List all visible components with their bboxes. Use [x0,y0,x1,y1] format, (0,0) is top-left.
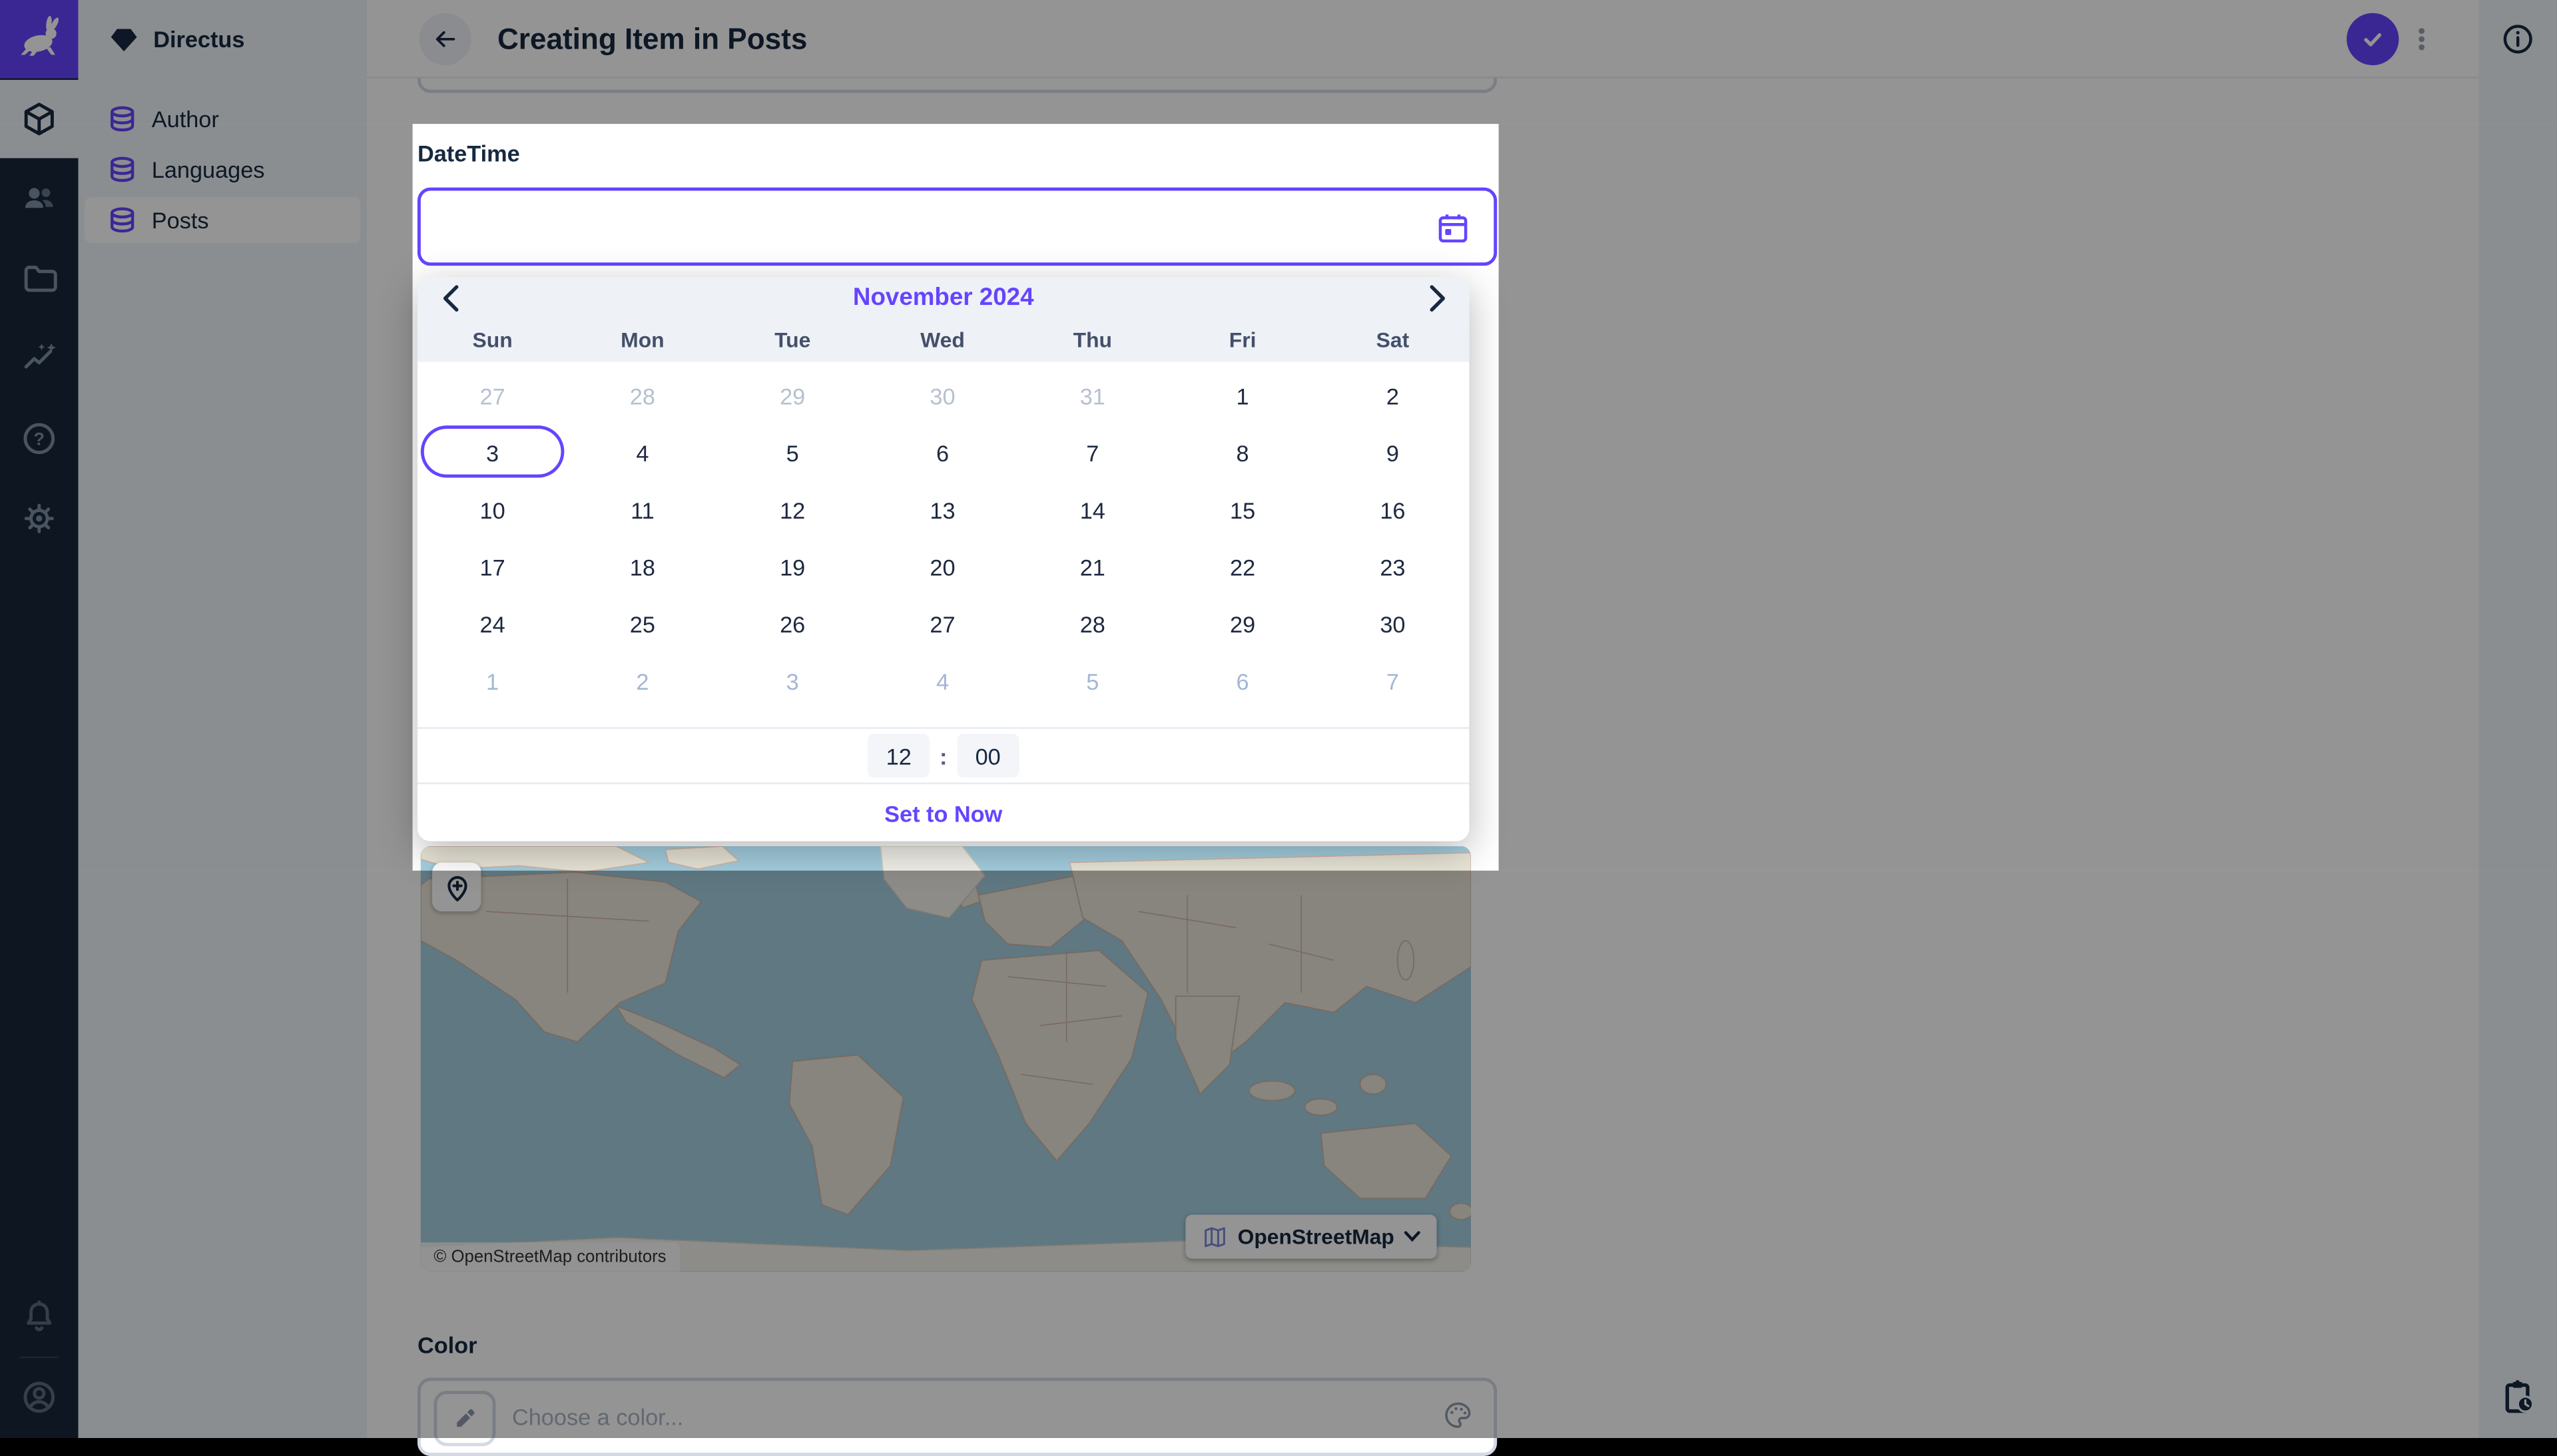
modal-overlay[interactable] [0,0,2557,124]
calendar-day[interactable]: 6 [868,424,1017,481]
calendar-day[interactable]: 30 [868,367,1017,424]
next-month-button[interactable] [1417,282,1456,315]
calendar-day[interactable]: 10 [418,481,567,538]
calendar-day-selected[interactable]: 3 [418,424,567,481]
calendar-day[interactable]: 1 [1167,367,1317,424]
calendar-day[interactable]: 2 [1318,367,1468,424]
weekday-label: Mon [567,326,717,356]
calendar-day[interactable]: 5 [718,424,868,481]
calendar-day[interactable]: 29 [718,367,868,424]
calendar-day[interactable]: 12 [718,481,868,538]
calendar-day[interactable]: 17 [418,538,567,595]
calendar-day[interactable]: 27 [868,595,1017,652]
calendar-day[interactable]: 16 [1318,481,1468,538]
calendar-day[interactable]: 14 [1017,481,1167,538]
calendar-day[interactable]: 6 [1167,652,1317,710]
weekday-row: SunMonTueWedThuFriSat [418,326,1468,356]
calendar-day[interactable]: 2 [567,652,717,710]
calendar-day-grid: 2728293031123456789101112131415161718192… [418,367,1468,709]
calendar-day[interactable]: 29 [1167,595,1317,652]
weekday-label: Sun [418,326,567,356]
calendar-day[interactable]: 4 [868,652,1017,710]
time-row: 12 : 00 [418,727,1470,782]
weekday-label: Tue [718,326,868,356]
set-to-now-row: Set to Now [418,783,1470,842]
calendar-day[interactable]: 7 [1318,652,1468,710]
modal-overlay[interactable] [0,870,2557,1438]
calendar-day[interactable]: 9 [1318,424,1468,481]
modal-overlay[interactable] [1498,124,2557,869]
calendar-day[interactable]: 3 [718,652,868,710]
calendar-day[interactable]: 8 [1167,424,1317,481]
calendar-day[interactable]: 13 [868,481,1017,538]
modal-overlay[interactable] [0,124,413,869]
calendar-day[interactable]: 25 [567,595,717,652]
calendar-day[interactable]: 18 [567,538,717,595]
minute-input[interactable]: 00 [957,734,1019,778]
calendar-header: November 2024 SunMonTueWedThuFriSat [418,277,1470,362]
weekday-label: Wed [868,326,1017,356]
calendar-day[interactable]: 28 [1017,595,1167,652]
calendar-day[interactable]: 5 [1017,652,1167,710]
calendar-day[interactable]: 28 [567,367,717,424]
calendar-day[interactable]: 7 [1017,424,1167,481]
calendar-day[interactable]: 21 [1017,538,1167,595]
calendar-day[interactable]: 30 [1318,595,1468,652]
weekday-label: Sat [1318,326,1468,356]
calendar-day[interactable]: 11 [567,481,717,538]
hour-input[interactable]: 12 [868,734,930,778]
calendar-day[interactable]: 23 [1318,538,1468,595]
datetime-field-label: DateTime [418,140,520,166]
weekday-label: Fri [1167,326,1317,356]
calendar-day[interactable]: 27 [418,367,567,424]
datetime-picker-popup: November 2024 SunMonTueWedThuFriSat 2728… [418,277,1470,841]
weekday-label: Thu [1017,326,1167,356]
calendar-day[interactable]: 15 [1167,481,1317,538]
datetime-input[interactable] [418,188,1497,266]
calendar-day[interactable]: 4 [567,424,717,481]
calendar-day[interactable]: 26 [718,595,868,652]
set-to-now-button[interactable]: Set to Now [884,800,1002,826]
calendar-day[interactable]: 31 [1017,367,1167,424]
app-window: DateTime [0,0,2557,1438]
calendar-icon[interactable] [1435,210,1471,246]
calendar-day[interactable]: 1 [418,652,567,710]
calendar-day[interactable]: 19 [718,538,868,595]
month-year-label[interactable]: November 2024 [418,284,1470,312]
chevron-right-icon [1428,284,1446,313]
calendar-day[interactable]: 22 [1167,538,1317,595]
calendar-day[interactable]: 20 [868,538,1017,595]
calendar-day[interactable]: 24 [418,595,567,652]
time-separator: : [940,743,947,769]
